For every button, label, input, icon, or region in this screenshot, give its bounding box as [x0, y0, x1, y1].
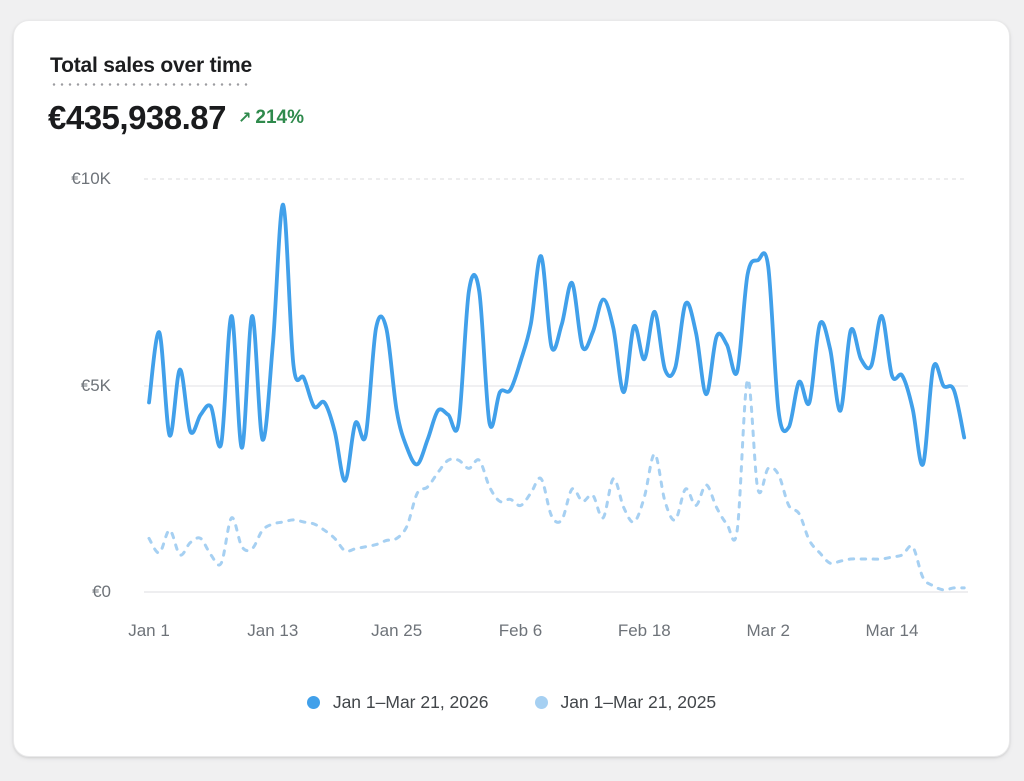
legend-dot-2026	[306, 696, 320, 709]
legend-item-2026[interactable]: Jan 1–Mar 21, 2026	[306, 692, 489, 713]
legend-dot-2025	[534, 696, 548, 709]
sales-line-chart[interactable]	[14, 21, 1011, 758]
total-sales-card: Total sales over time €435,938.87 ↗ 214%…	[13, 20, 1010, 757]
legend-item-2025[interactable]: Jan 1–Mar 21, 2025	[534, 692, 717, 713]
chart-legend: Jan 1–Mar 21, 2026 Jan 1–Mar 21, 2025	[14, 692, 1009, 713]
legend-label-2025: Jan 1–Mar 21, 2025	[560, 692, 717, 712]
legend-label-2026: Jan 1–Mar 21, 2026	[332, 692, 489, 712]
series-2026-line	[147, 202, 967, 483]
